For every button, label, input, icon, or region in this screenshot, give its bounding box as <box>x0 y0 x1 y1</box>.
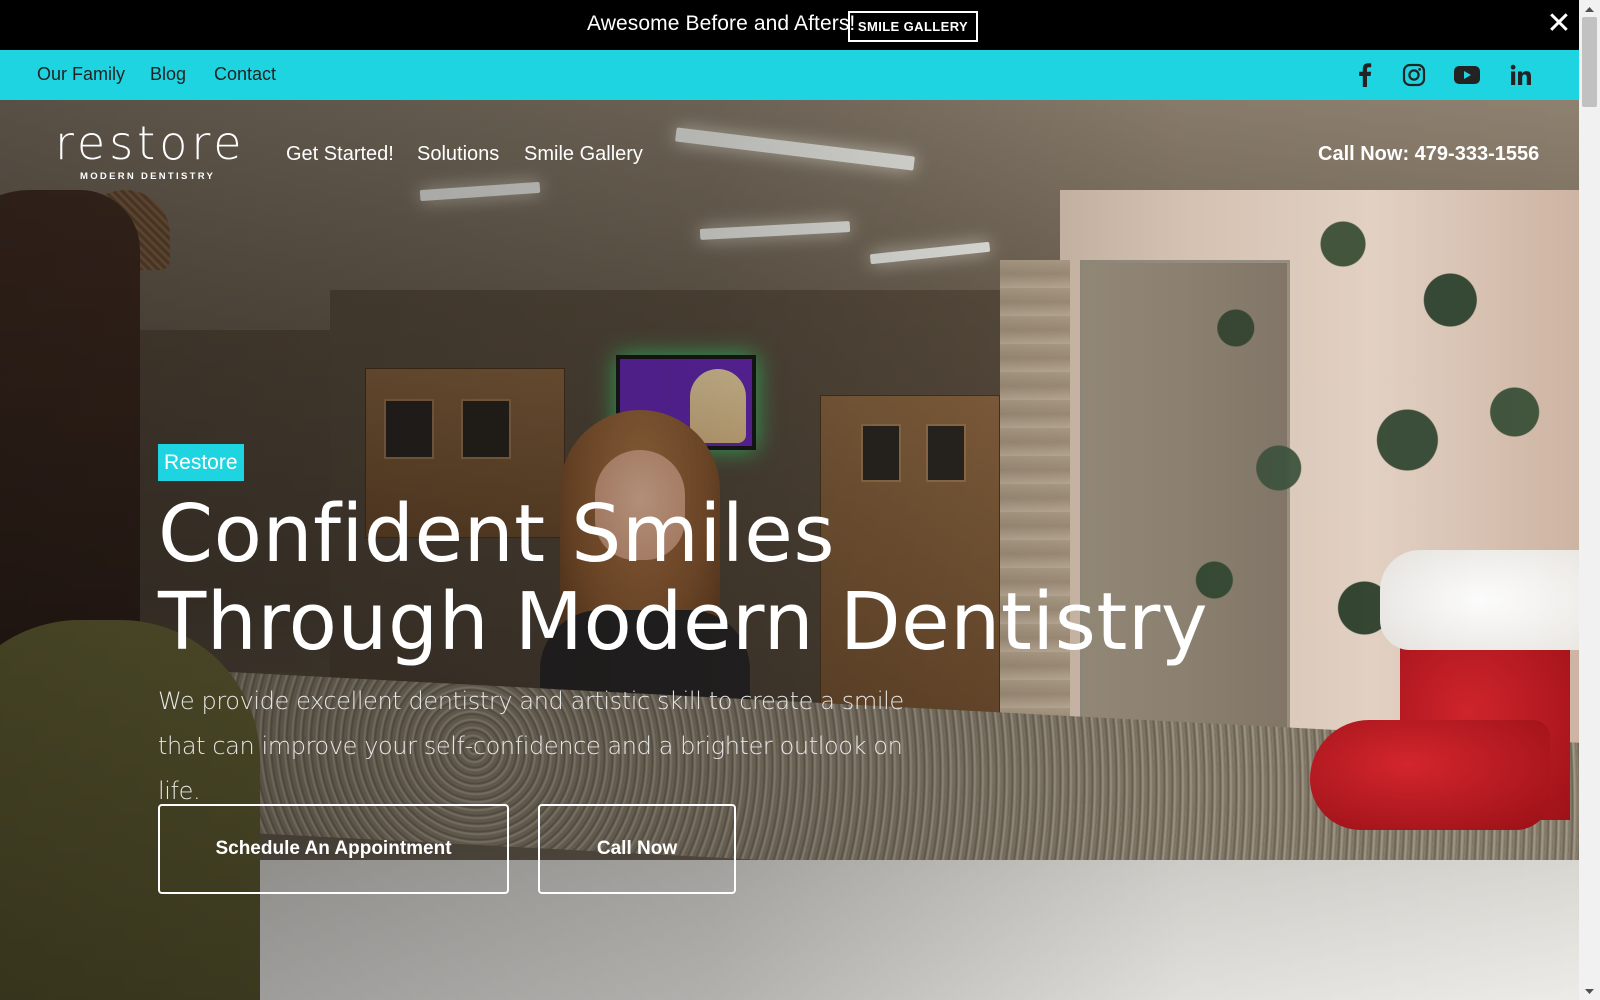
linkedin-icon[interactable] <box>1507 61 1535 89</box>
logo-subtitle: MODERN DENTISTRY <box>80 171 216 182</box>
scroll-up-arrow-icon[interactable] <box>1579 0 1600 17</box>
hero-tag: Restore <box>158 444 244 481</box>
call-now-button[interactable]: Call Now <box>538 804 736 894</box>
announcement-bar: Awesome Before and Afters! SMILE GALLERY… <box>0 0 1579 50</box>
close-icon[interactable]: ✕ <box>1546 9 1572 39</box>
schedule-appointment-button[interactable]: Schedule An Appointment <box>158 804 509 894</box>
announcement-text: Awesome Before and Afters! <box>587 12 856 35</box>
logo-wordmark: restore <box>55 116 246 170</box>
scrollbar[interactable] <box>1579 0 1600 1000</box>
instagram-icon[interactable] <box>1400 61 1428 89</box>
youtube-icon[interactable] <box>1453 61 1481 89</box>
scroll-thumb[interactable] <box>1582 17 1597 107</box>
logo[interactable]: restore MODERN DENTISTRY <box>55 117 242 183</box>
nav-smile-gallery[interactable]: Smile Gallery <box>524 143 643 166</box>
facebook-icon[interactable] <box>1351 61 1379 89</box>
headline-line-2: Through Modern Dentistry <box>158 576 1209 668</box>
nav-link-contact[interactable]: Contact <box>214 64 276 85</box>
nav-get-started[interactable]: Get Started! <box>286 143 394 166</box>
nav-solutions[interactable]: Solutions <box>417 143 499 166</box>
smile-gallery-button[interactable]: SMILE GALLERY <box>848 11 978 42</box>
call-now-link[interactable]: Call Now: 479-333-1556 <box>1318 143 1539 166</box>
hero-subtext: We provide excellent dentistry and artis… <box>158 687 904 805</box>
hero-headline: Confident Smiles Through Modern Dentistr… <box>158 490 1208 666</box>
nav-link-our-family[interactable]: Our Family <box>37 64 125 85</box>
nav-link-blog[interactable]: Blog <box>150 64 186 85</box>
scroll-down-arrow-icon[interactable] <box>1579 983 1600 1000</box>
headline-line-1: Confident Smiles <box>158 488 835 580</box>
utility-nav: Our Family Blog Contact <box>0 50 1579 100</box>
